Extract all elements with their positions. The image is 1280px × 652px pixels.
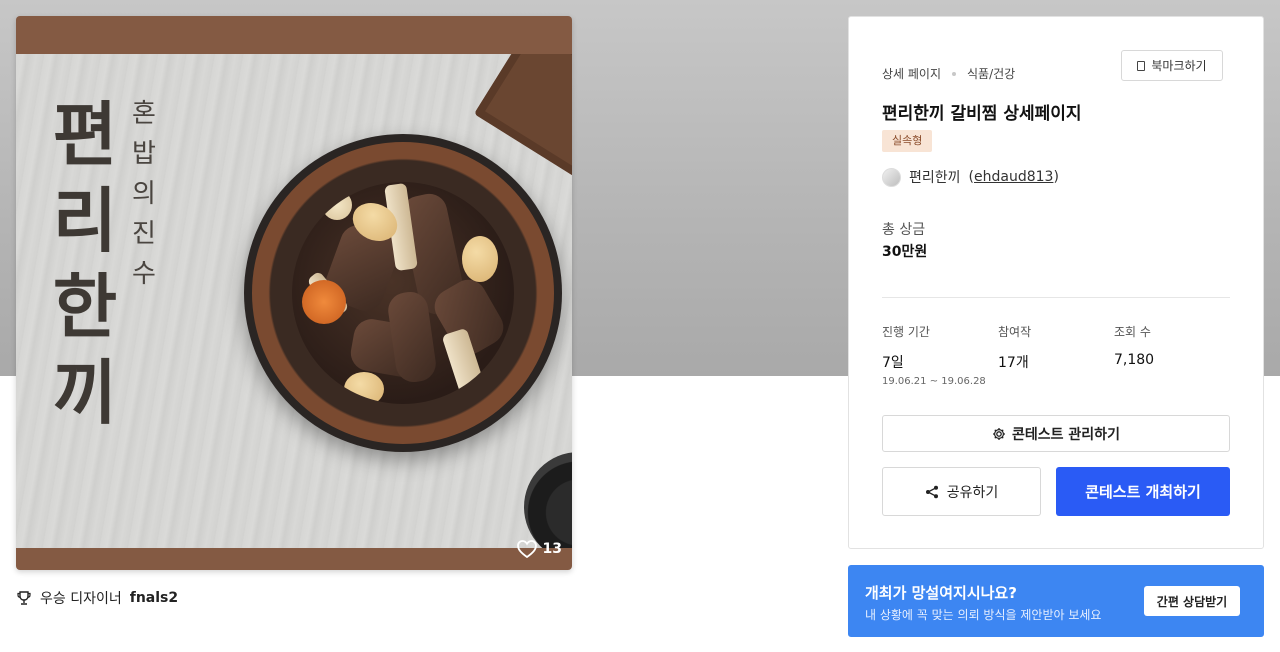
consult-banner: 개최가 망설여지시나요? 내 상황에 꼭 맞는 의뢰 방식을 제안받아 보세요 … (848, 565, 1264, 637)
gear-icon (993, 427, 1006, 440)
carrot (302, 280, 346, 324)
chestnut (462, 236, 498, 282)
grade-tag: 실속형 (882, 130, 933, 152)
quick-consult-button[interactable]: 간편 상담받기 (1144, 586, 1240, 616)
contest-title: 편리한끼 갈비찜 상세페이지 (882, 104, 1082, 124)
stat-duration: 진행 기간 7일 19.06.21 ~ 19.06.28 (882, 323, 986, 387)
winner-name[interactable]: fnals2 (130, 590, 178, 606)
stat-label: 진행 기간 (882, 325, 930, 339)
breadcrumb-item[interactable]: 식품/건강 (967, 65, 1015, 82)
stat-entries: 참여작 17개 (998, 323, 1031, 372)
prize-label: 총 상금 (882, 222, 926, 238)
stat-period: 19.06.21 ~ 19.06.28 (882, 376, 986, 387)
divider (882, 297, 1230, 298)
stat-label: 참여작 (998, 325, 1032, 339)
winner-label: 우승 디자이너 (40, 591, 122, 607)
bookmark-icon (1137, 60, 1146, 71)
stat-views: 조회 수 7,180 (1114, 323, 1154, 368)
host-contest-button[interactable]: 콘테스트 개최하기 (1056, 467, 1230, 516)
stew (292, 182, 514, 404)
breadcrumb-separator (952, 71, 957, 76)
author[interactable]: 편리한끼 (ehdaud813) (882, 167, 1059, 187)
trophy-icon (17, 591, 31, 605)
bookmark-button[interactable]: 북마크하기 (1121, 50, 1223, 81)
chestnut (344, 372, 384, 404)
breadcrumb: 상세 페이지 식품/건강 (882, 65, 1015, 82)
stat-value: 7일 (882, 355, 904, 371)
contest-winner-image[interactable]: 편 리 한 끼 혼 밥 의 진 수 13 (16, 16, 572, 570)
radish (322, 190, 352, 220)
author-id[interactable]: ehdaud813 (974, 169, 1053, 185)
stat-value: 7,180 (1114, 352, 1155, 368)
contest-info-panel: 상세 페이지 식품/건강 북마크하기 편리한끼 갈비찜 상세페이지 실속형 편리… (848, 16, 1264, 549)
galbijjim-pot (244, 134, 562, 452)
manage-contest-button[interactable]: 콘테스트 관리하기 (882, 415, 1230, 452)
side-bowl (524, 452, 572, 548)
share-icon (925, 485, 938, 498)
manage-label: 콘테스트 관리하기 (1012, 426, 1120, 443)
share-label: 공유하기 (946, 484, 999, 501)
author-name: 편리한끼 (909, 170, 961, 186)
banner-title: 개최가 망설여지시나요? (865, 584, 1017, 602)
stat-label: 조회 수 (1114, 325, 1151, 339)
like-counter[interactable]: 13 (516, 540, 562, 558)
winner-designer: 우승 디자이너 fnals2 (16, 588, 178, 608)
author-id-wrap: (ehdaud813) (968, 169, 1059, 185)
avatar (882, 167, 901, 187)
stat-value: 17개 (998, 355, 1029, 371)
image-title-vertical: 편 리 한 끼 (52, 94, 117, 434)
share-button[interactable]: 공유하기 (882, 467, 1041, 516)
breadcrumb-item[interactable]: 상세 페이지 (882, 65, 941, 82)
bookmark-label: 북마크하기 (1151, 59, 1207, 73)
like-count: 13 (542, 541, 562, 557)
banner-description: 내 상황에 꼭 맞는 의뢰 방식을 제안받아 보세요 (865, 608, 1102, 622)
prize-value: 30만원 (882, 244, 928, 260)
image-canvas: 편 리 한 끼 혼 밥 의 진 수 (16, 54, 572, 548)
heart-icon (516, 540, 537, 558)
image-subtitle-vertical: 혼 밥 의 진 수 (132, 99, 156, 289)
